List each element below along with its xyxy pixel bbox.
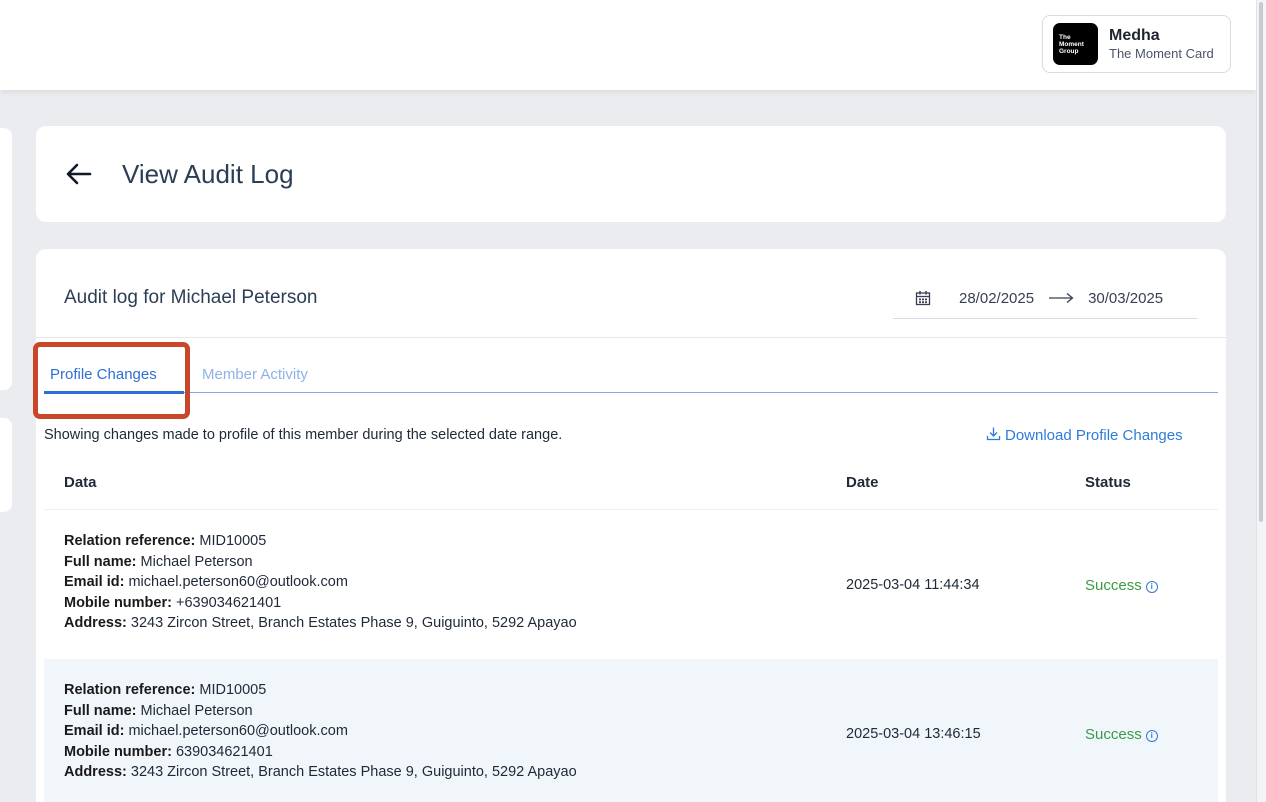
field-line: Full name: Michael Peterson bbox=[64, 702, 253, 719]
top-bar: The Moment Group Medha The Moment Card bbox=[0, 0, 1256, 90]
date-from[interactable]: 28/02/2025 bbox=[959, 290, 1034, 307]
page-title: View Audit Log bbox=[122, 159, 294, 189]
user-name: Medha bbox=[1109, 27, 1160, 44]
info-icon[interactable]: i bbox=[1145, 580, 1158, 593]
field-line: Mobile number: 639034621401 bbox=[64, 743, 273, 760]
summary-text: Showing changes made to profile of this … bbox=[44, 427, 563, 443]
logo-line: Moment bbox=[1059, 40, 1084, 48]
org-logo: The Moment Group bbox=[1053, 23, 1098, 65]
table-row: Relation reference: MID10005 Full name: … bbox=[44, 510, 1218, 659]
download-icon bbox=[986, 426, 1001, 445]
arrow-right-icon bbox=[1048, 288, 1074, 309]
calendar-icon bbox=[915, 290, 931, 306]
table-row: Relation reference: MID10005 Full name: … bbox=[44, 659, 1218, 802]
audit-title: Audit log for Michael Peterson bbox=[64, 287, 318, 308]
logo-line: Group bbox=[1059, 47, 1079, 55]
logo-line: The bbox=[1059, 33, 1071, 41]
status-badge: Success i bbox=[1085, 577, 1158, 594]
highlight-annotation bbox=[33, 342, 190, 419]
row-date: 2025-03-04 13:46:15 bbox=[846, 726, 981, 742]
side-panel-card bbox=[0, 128, 12, 390]
side-panel-card bbox=[0, 418, 12, 512]
download-profile-changes-link[interactable]: Download Profile Changes bbox=[986, 426, 1183, 445]
date-range-picker[interactable]: 28/02/2025 30/03/2025 bbox=[893, 278, 1198, 319]
org-name: The Moment Card bbox=[1109, 46, 1214, 61]
status-text: Success bbox=[1085, 726, 1142, 743]
status-text: Success bbox=[1085, 577, 1142, 594]
status-badge: Success i bbox=[1085, 726, 1158, 743]
profile-chip[interactable]: The Moment Group Medha The Moment Card bbox=[1042, 15, 1231, 73]
field-line: Mobile number: +639034621401 bbox=[64, 594, 282, 611]
info-icon[interactable]: i bbox=[1145, 729, 1158, 742]
field-line: Relation reference: MID10005 bbox=[64, 682, 267, 698]
row-data-cell: Relation reference: MID10005 Full name: … bbox=[64, 680, 577, 783]
column-header-date: Date bbox=[846, 474, 879, 491]
scrollbar-thumb[interactable] bbox=[1259, 2, 1263, 522]
tab-underline bbox=[44, 392, 1218, 393]
field-line: Address: 3243 Zircon Street, Branch Esta… bbox=[64, 764, 577, 780]
tab-member-activity[interactable]: Member Activity bbox=[202, 366, 308, 383]
column-header-status: Status bbox=[1085, 474, 1131, 491]
arrow-left-icon[interactable] bbox=[64, 160, 96, 190]
divider bbox=[36, 337, 1226, 338]
date-to[interactable]: 30/03/2025 bbox=[1088, 290, 1163, 307]
row-date: 2025-03-04 11:44:34 bbox=[846, 577, 980, 593]
field-line: Address: 3243 Zircon Street, Branch Esta… bbox=[64, 615, 577, 631]
row-data-cell: Relation reference: MID10005 Full name: … bbox=[64, 531, 577, 634]
download-label: Download Profile Changes bbox=[1005, 427, 1183, 444]
field-line: Email id: michael.peterson60@outlook.com bbox=[64, 723, 348, 739]
field-line: Email id: michael.peterson60@outlook.com bbox=[64, 574, 348, 590]
field-line: Full name: Michael Peterson bbox=[64, 553, 253, 570]
column-header-data: Data bbox=[64, 474, 97, 491]
field-line: Relation reference: MID10005 bbox=[64, 533, 267, 549]
